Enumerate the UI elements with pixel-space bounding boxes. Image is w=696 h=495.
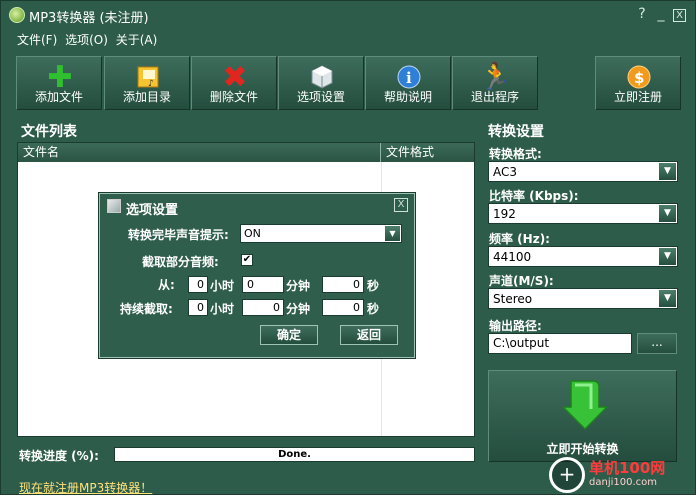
format-label: 转换格式: bbox=[489, 147, 542, 161]
register-button[interactable]: $ 立即注册 bbox=[595, 56, 681, 110]
from-hours-input[interactable]: 0 bbox=[188, 276, 208, 293]
add-file-button[interactable]: ✚ 添加文件 bbox=[16, 56, 102, 110]
menu-bar: 文件(F) 选项(O) 关于(A) bbox=[17, 31, 161, 49]
from-minutes-unit: 分钟 bbox=[286, 279, 311, 293]
column-header-format[interactable]: 文件格式 bbox=[381, 143, 474, 162]
exit-icon: 🏃 bbox=[479, 62, 513, 92]
chevron-down-icon[interactable]: ▼ bbox=[659, 205, 676, 222]
close-icon[interactable]: X bbox=[673, 9, 686, 22]
frequency-value: 44100 bbox=[493, 250, 532, 264]
browse-button[interactable]: ... bbox=[637, 333, 677, 354]
progress-bar: Done. bbox=[114, 447, 475, 462]
file-list-title: 文件列表 bbox=[21, 124, 77, 140]
help-icon[interactable]: ? bbox=[634, 6, 650, 22]
watermark-subtext: danji100.com bbox=[589, 477, 657, 488]
duration-minutes-unit: 分钟 bbox=[286, 302, 311, 316]
register-link[interactable]: 现在就注册MP3转换器！ bbox=[19, 479, 152, 494]
menu-options[interactable]: 选项(O) bbox=[65, 31, 108, 48]
from-label: 从: bbox=[158, 278, 175, 292]
info-icon: i bbox=[395, 63, 423, 91]
options-label: 选项设置 bbox=[296, 90, 345, 104]
menu-about[interactable]: 关于(A) bbox=[116, 31, 158, 48]
chevron-down-icon[interactable]: ▼ bbox=[659, 163, 676, 180]
options-dialog: 选项设置 X 转换完毕声音提示: ON ▼ 截取部分音频: ✔ 从: 0 小时 … bbox=[99, 193, 415, 358]
format-value: AC3 bbox=[493, 165, 518, 179]
from-seconds-unit: 秒 bbox=[367, 279, 380, 293]
options-icon bbox=[107, 199, 121, 213]
register-icon: $ bbox=[625, 63, 653, 91]
back-button[interactable]: 返回 bbox=[340, 325, 398, 345]
output-label: 输出路径: bbox=[489, 319, 542, 333]
format-select[interactable]: AC3 ▼ bbox=[488, 161, 678, 182]
from-minutes-input[interactable]: 0 bbox=[242, 276, 284, 293]
from-seconds-input[interactable]: 0 bbox=[322, 276, 364, 293]
output-path-input[interactable]: C:\output bbox=[488, 333, 632, 354]
channel-label: 声道(M/S): bbox=[489, 274, 554, 288]
progress-label: 转换进度 (%): bbox=[19, 449, 99, 463]
frequency-label: 频率 (Hz): bbox=[489, 232, 550, 246]
minimize-icon[interactable]: _ bbox=[653, 6, 669, 22]
exit-button[interactable]: 🏃 退出程序 bbox=[452, 56, 538, 110]
watermark-logo-icon: + bbox=[549, 457, 585, 493]
exit-label: 退出程序 bbox=[470, 90, 519, 104]
from-hours-unit: 小时 bbox=[210, 279, 235, 293]
convert-arrow-icon bbox=[563, 380, 607, 431]
chevron-down-icon[interactable]: ▼ bbox=[659, 248, 676, 265]
add-folder-label: 添加目录 bbox=[122, 90, 171, 104]
duration-seconds-unit: 秒 bbox=[367, 302, 380, 316]
delete-file-button[interactable]: ✖ 删除文件 bbox=[191, 56, 277, 110]
channel-value: Stereo bbox=[493, 292, 533, 306]
options-button[interactable]: 选项设置 bbox=[278, 56, 364, 110]
notify-label: 转换完毕声音提示: bbox=[128, 228, 229, 242]
close-icon[interactable]: X bbox=[394, 198, 408, 212]
duration-label: 持续截取: bbox=[120, 302, 173, 316]
register-label: 立即注册 bbox=[613, 90, 662, 104]
svg-text:i: i bbox=[406, 69, 412, 87]
add-file-icon: ✚ bbox=[47, 59, 73, 95]
main-window: MP3转换器 (未注册) ? _ X 文件(F) 选项(O) 关于(A) ✚ 添… bbox=[0, 0, 696, 495]
notify-select[interactable]: ON ▼ bbox=[240, 224, 402, 243]
dialog-title: 选项设置 bbox=[126, 203, 179, 218]
help-button[interactable]: i 帮助说明 bbox=[365, 56, 451, 110]
channel-select[interactable]: Stereo ▼ bbox=[488, 288, 678, 309]
notify-value: ON bbox=[244, 227, 261, 240]
duration-seconds-input[interactable]: 0 bbox=[322, 299, 364, 316]
watermark-text: 单机100网 bbox=[589, 459, 666, 477]
svg-text:$: $ bbox=[634, 69, 644, 87]
title-bar: MP3转换器 (未注册) ? _ X bbox=[1, 1, 695, 29]
delete-file-label: 删除文件 bbox=[209, 90, 258, 104]
bitrate-value: 192 bbox=[493, 207, 516, 221]
window-title: MP3转换器 (未注册) bbox=[29, 11, 149, 26]
chevron-down-icon[interactable]: ▼ bbox=[659, 290, 676, 307]
duration-hours-input[interactable]: 0 bbox=[188, 299, 208, 316]
duration-minutes-input[interactable]: 0 bbox=[242, 299, 284, 316]
help-label: 帮助说明 bbox=[383, 90, 432, 104]
chevron-down-icon[interactable]: ▼ bbox=[385, 226, 400, 241]
partial-audio-label: 截取部分音频: bbox=[142, 255, 219, 269]
column-header-filename[interactable]: 文件名 bbox=[18, 143, 381, 162]
settings-title: 转换设置 bbox=[488, 124, 544, 140]
bitrate-label: 比特率 (Kbps): bbox=[489, 189, 579, 203]
add-file-label: 添加文件 bbox=[34, 90, 83, 104]
app-icon bbox=[9, 7, 25, 23]
menu-file[interactable]: 文件(F) bbox=[17, 31, 57, 48]
add-folder-button[interactable]: ♪ 添加目录 bbox=[104, 56, 190, 110]
duration-hours-unit: 小时 bbox=[210, 302, 235, 316]
delete-icon: ✖ bbox=[222, 59, 248, 95]
frequency-select[interactable]: 44100 ▼ bbox=[488, 246, 678, 267]
watermark: + 单机100网 danji100.com bbox=[549, 449, 695, 494]
options-icon bbox=[308, 63, 336, 91]
ok-button[interactable]: 确定 bbox=[260, 325, 318, 345]
partial-audio-checkbox[interactable]: ✔ bbox=[241, 254, 253, 266]
bitrate-select[interactable]: 192 ▼ bbox=[488, 203, 678, 224]
add-folder-icon: ♪ bbox=[134, 63, 162, 91]
